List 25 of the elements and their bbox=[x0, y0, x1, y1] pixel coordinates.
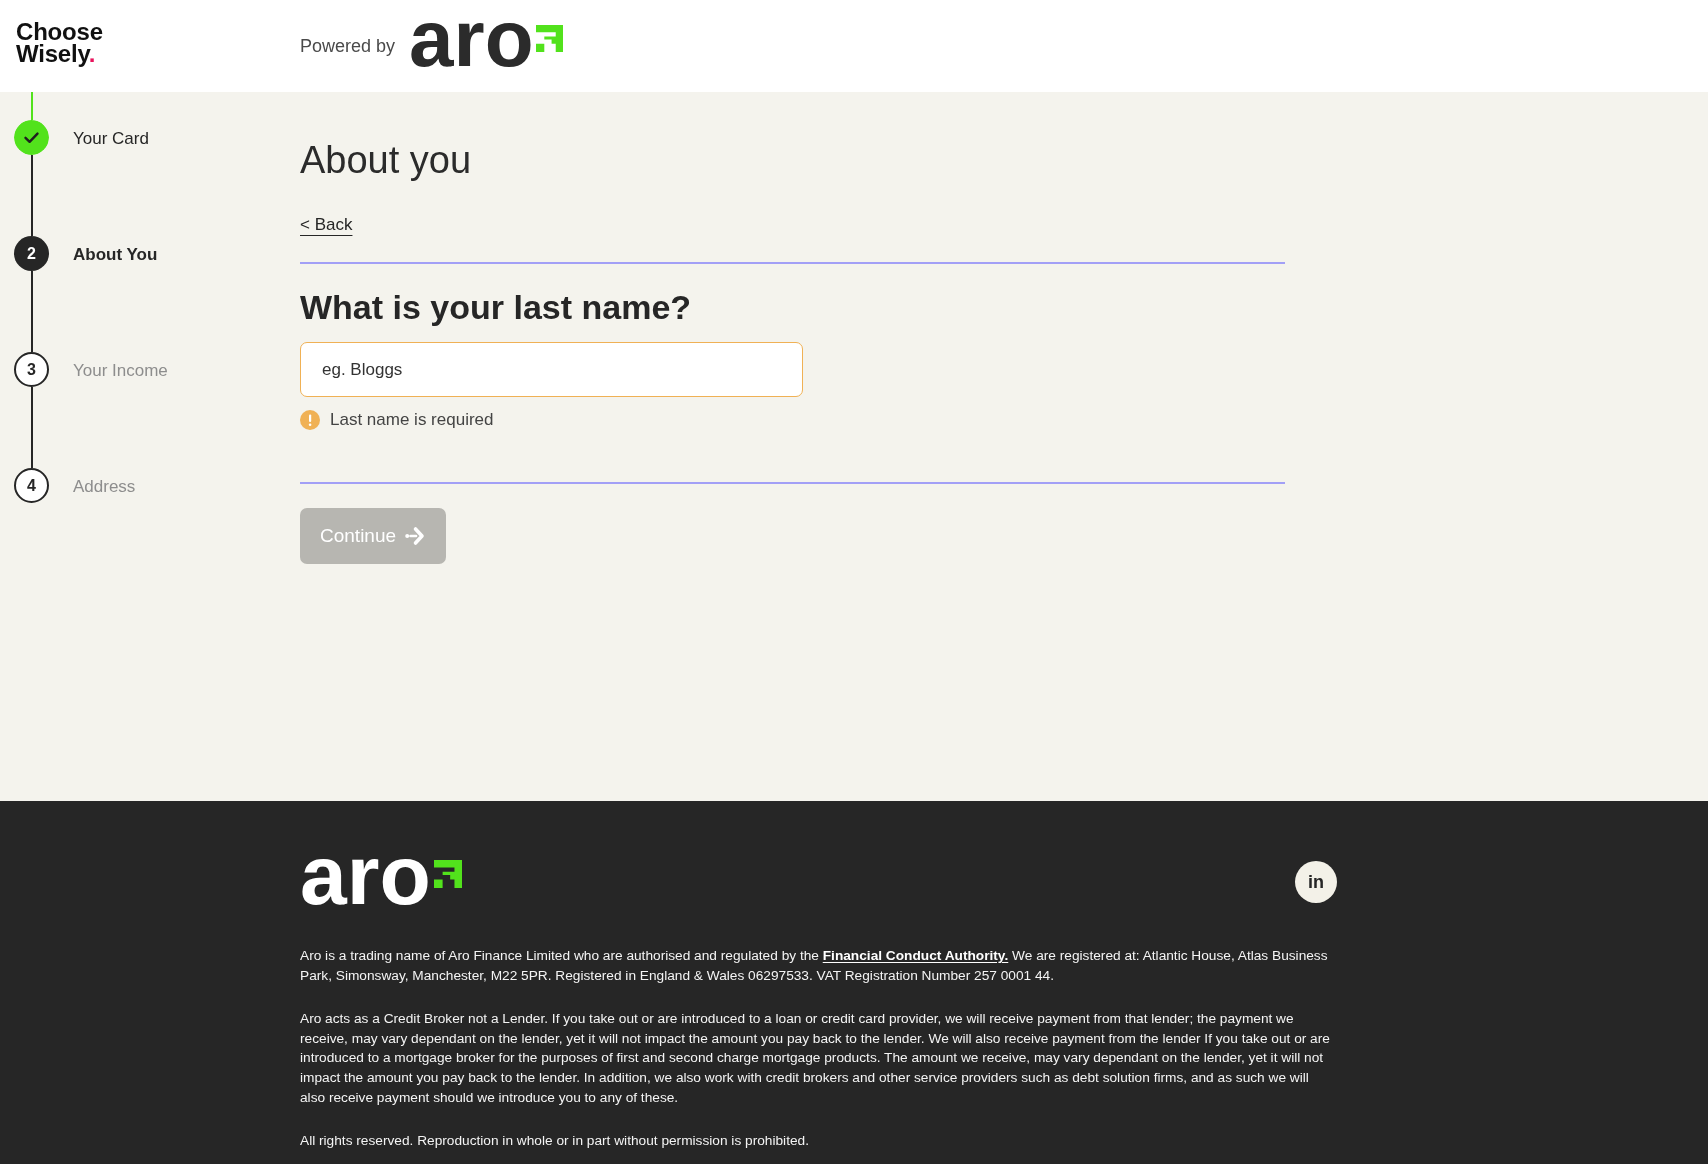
legal-text: Aro acts as a Credit Broker not a Lender. If you take out or are introduced to a loan or credit card provider, we will receive payment from that lender; the payment we receive, may vary dependant on the lender, yet it will not impact the amount you pay back to the lender. We will also receive payment from the lender If you take out or are introduced to a mortgage broker for the purposes of first and second charge mortgage products. The amount we receive, may vary dependant on the lender, yet it will not impact the amount you pay back to the lender. In addition, we also work with credit brokers and other service providers such as debt solution firms, and as such we will also receive payment should we introduce you to any of these. bbox=[300, 1010, 1331, 1107]
step-label: Address bbox=[73, 477, 136, 497]
step-number: 3 bbox=[14, 352, 49, 387]
powered-by-text: Powered by bbox=[300, 35, 396, 57]
question-heading: What is your last name? bbox=[300, 287, 693, 327]
last-name-input[interactable]: eg. Bloggs bbox=[300, 342, 803, 397]
legal-text: Aro is a trading name of Aro Finance Limited who are authorised and regulated by the Financial Conduct Authority. We are registered at: Atlantic House, Atlas Business Park, Simonsway, Manchester, M22 5PR. Registered in England & Wales 06297533. VAT Registration Number 257 0001 44. bbox=[300, 947, 1329, 985]
page-title: About you bbox=[300, 138, 473, 183]
logo-arrow-icon bbox=[535, 24, 563, 52]
step-label: Your Income bbox=[73, 361, 168, 381]
step-number: 2 bbox=[14, 236, 49, 271]
logo-arrow-icon bbox=[433, 860, 462, 888]
social-link[interactable]: in bbox=[1295, 861, 1337, 903]
step-label: About You bbox=[73, 245, 158, 265]
back-link[interactable]: < Back bbox=[300, 215, 353, 234]
brand-logo: Choose Wisely. bbox=[16, 21, 104, 68]
legal-text: All rights reserved. Reproduction in whole or in part without permission is prohibited. bbox=[300, 1132, 810, 1151]
logo-wordmark: aro bbox=[409, 24, 534, 68]
error-message: Last name is required bbox=[330, 409, 494, 431]
regulator-link[interactable]: Financial Conduct Authority. bbox=[822, 948, 1009, 963]
step-number: 4 bbox=[14, 468, 49, 503]
logo-wordmark: aro bbox=[300, 860, 431, 905]
step-label: Your Card bbox=[73, 129, 149, 149]
warning-icon bbox=[300, 410, 320, 430]
arrow-right-icon bbox=[405, 526, 426, 546]
